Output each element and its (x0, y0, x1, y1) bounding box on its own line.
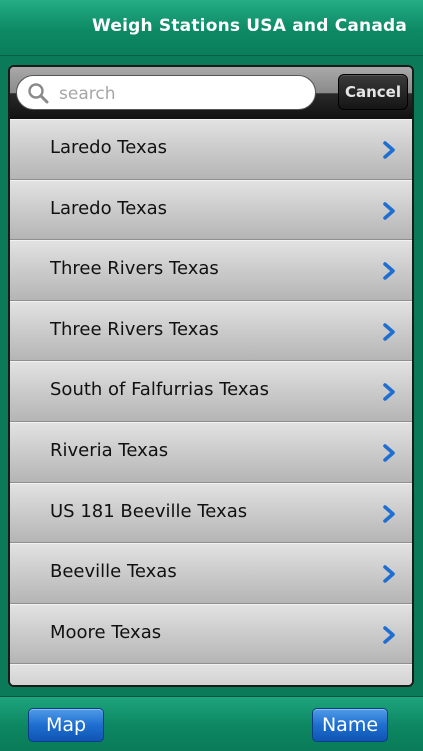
map-button[interactable]: Map (28, 708, 104, 742)
list-item[interactable]: Riveria Texas (10, 421, 412, 483)
sort-by-name-button[interactable]: Name (312, 708, 388, 742)
list-item[interactable]: Moore Texas (10, 603, 412, 665)
chevron-right-icon (383, 201, 395, 220)
list-item[interactable]: Laredo Texas (10, 119, 412, 180)
search-field[interactable] (16, 75, 316, 110)
list-item-label: Beeville Texas (50, 561, 177, 583)
list-item[interactable]: Laredo Texas (10, 179, 412, 241)
list-item[interactable]: Beeville Texas (10, 543, 412, 604)
chevron-right-icon (383, 625, 395, 644)
cancel-button[interactable]: Cancel (338, 74, 408, 110)
list-item[interactable]: US 181 Beeville Texas (10, 482, 412, 544)
list-item-label: South of Falfurrias Texas (50, 379, 269, 401)
search-input[interactable] (57, 80, 311, 108)
station-list-panel: Cancel Laredo Texas Laredo Texas Three R… (8, 65, 414, 687)
page-title: Weigh Stations USA and Canada (92, 16, 408, 36)
chevron-right-icon (383, 504, 395, 523)
list-item[interactable]: South of Falfurrias Texas (10, 361, 412, 422)
list-item-label: Moore Texas (50, 621, 162, 643)
search-icon (28, 83, 49, 104)
list-item-label: Three Rivers Texas (50, 258, 219, 280)
chevron-right-icon (383, 565, 395, 583)
list-item[interactable]: Three Rivers Texas (10, 240, 412, 301)
bottom-toolbar: Map Name (0, 696, 423, 751)
list-item-label: Laredo Texas (50, 197, 168, 219)
chevron-right-icon (383, 383, 395, 402)
chevron-right-icon (383, 444, 395, 462)
chevron-right-icon (383, 322, 395, 341)
chevron-right-icon (383, 141, 395, 159)
app-header: Weigh Stations USA and Canada (0, 0, 423, 56)
list-item[interactable]: Three Rivers Texas (10, 300, 412, 362)
search-bar: Cancel (10, 67, 412, 119)
list-item[interactable] (10, 664, 412, 685)
list-item-label: US 181 Beeville Texas (50, 500, 248, 522)
list-item-label: Laredo Texas (50, 137, 168, 158)
station-list: Laredo Texas Laredo Texas Three Rivers T… (10, 119, 412, 685)
chevron-right-icon (383, 262, 395, 280)
list-item-label: Riveria Texas (50, 439, 169, 461)
list-item-label: Three Rivers Texas (50, 318, 219, 340)
